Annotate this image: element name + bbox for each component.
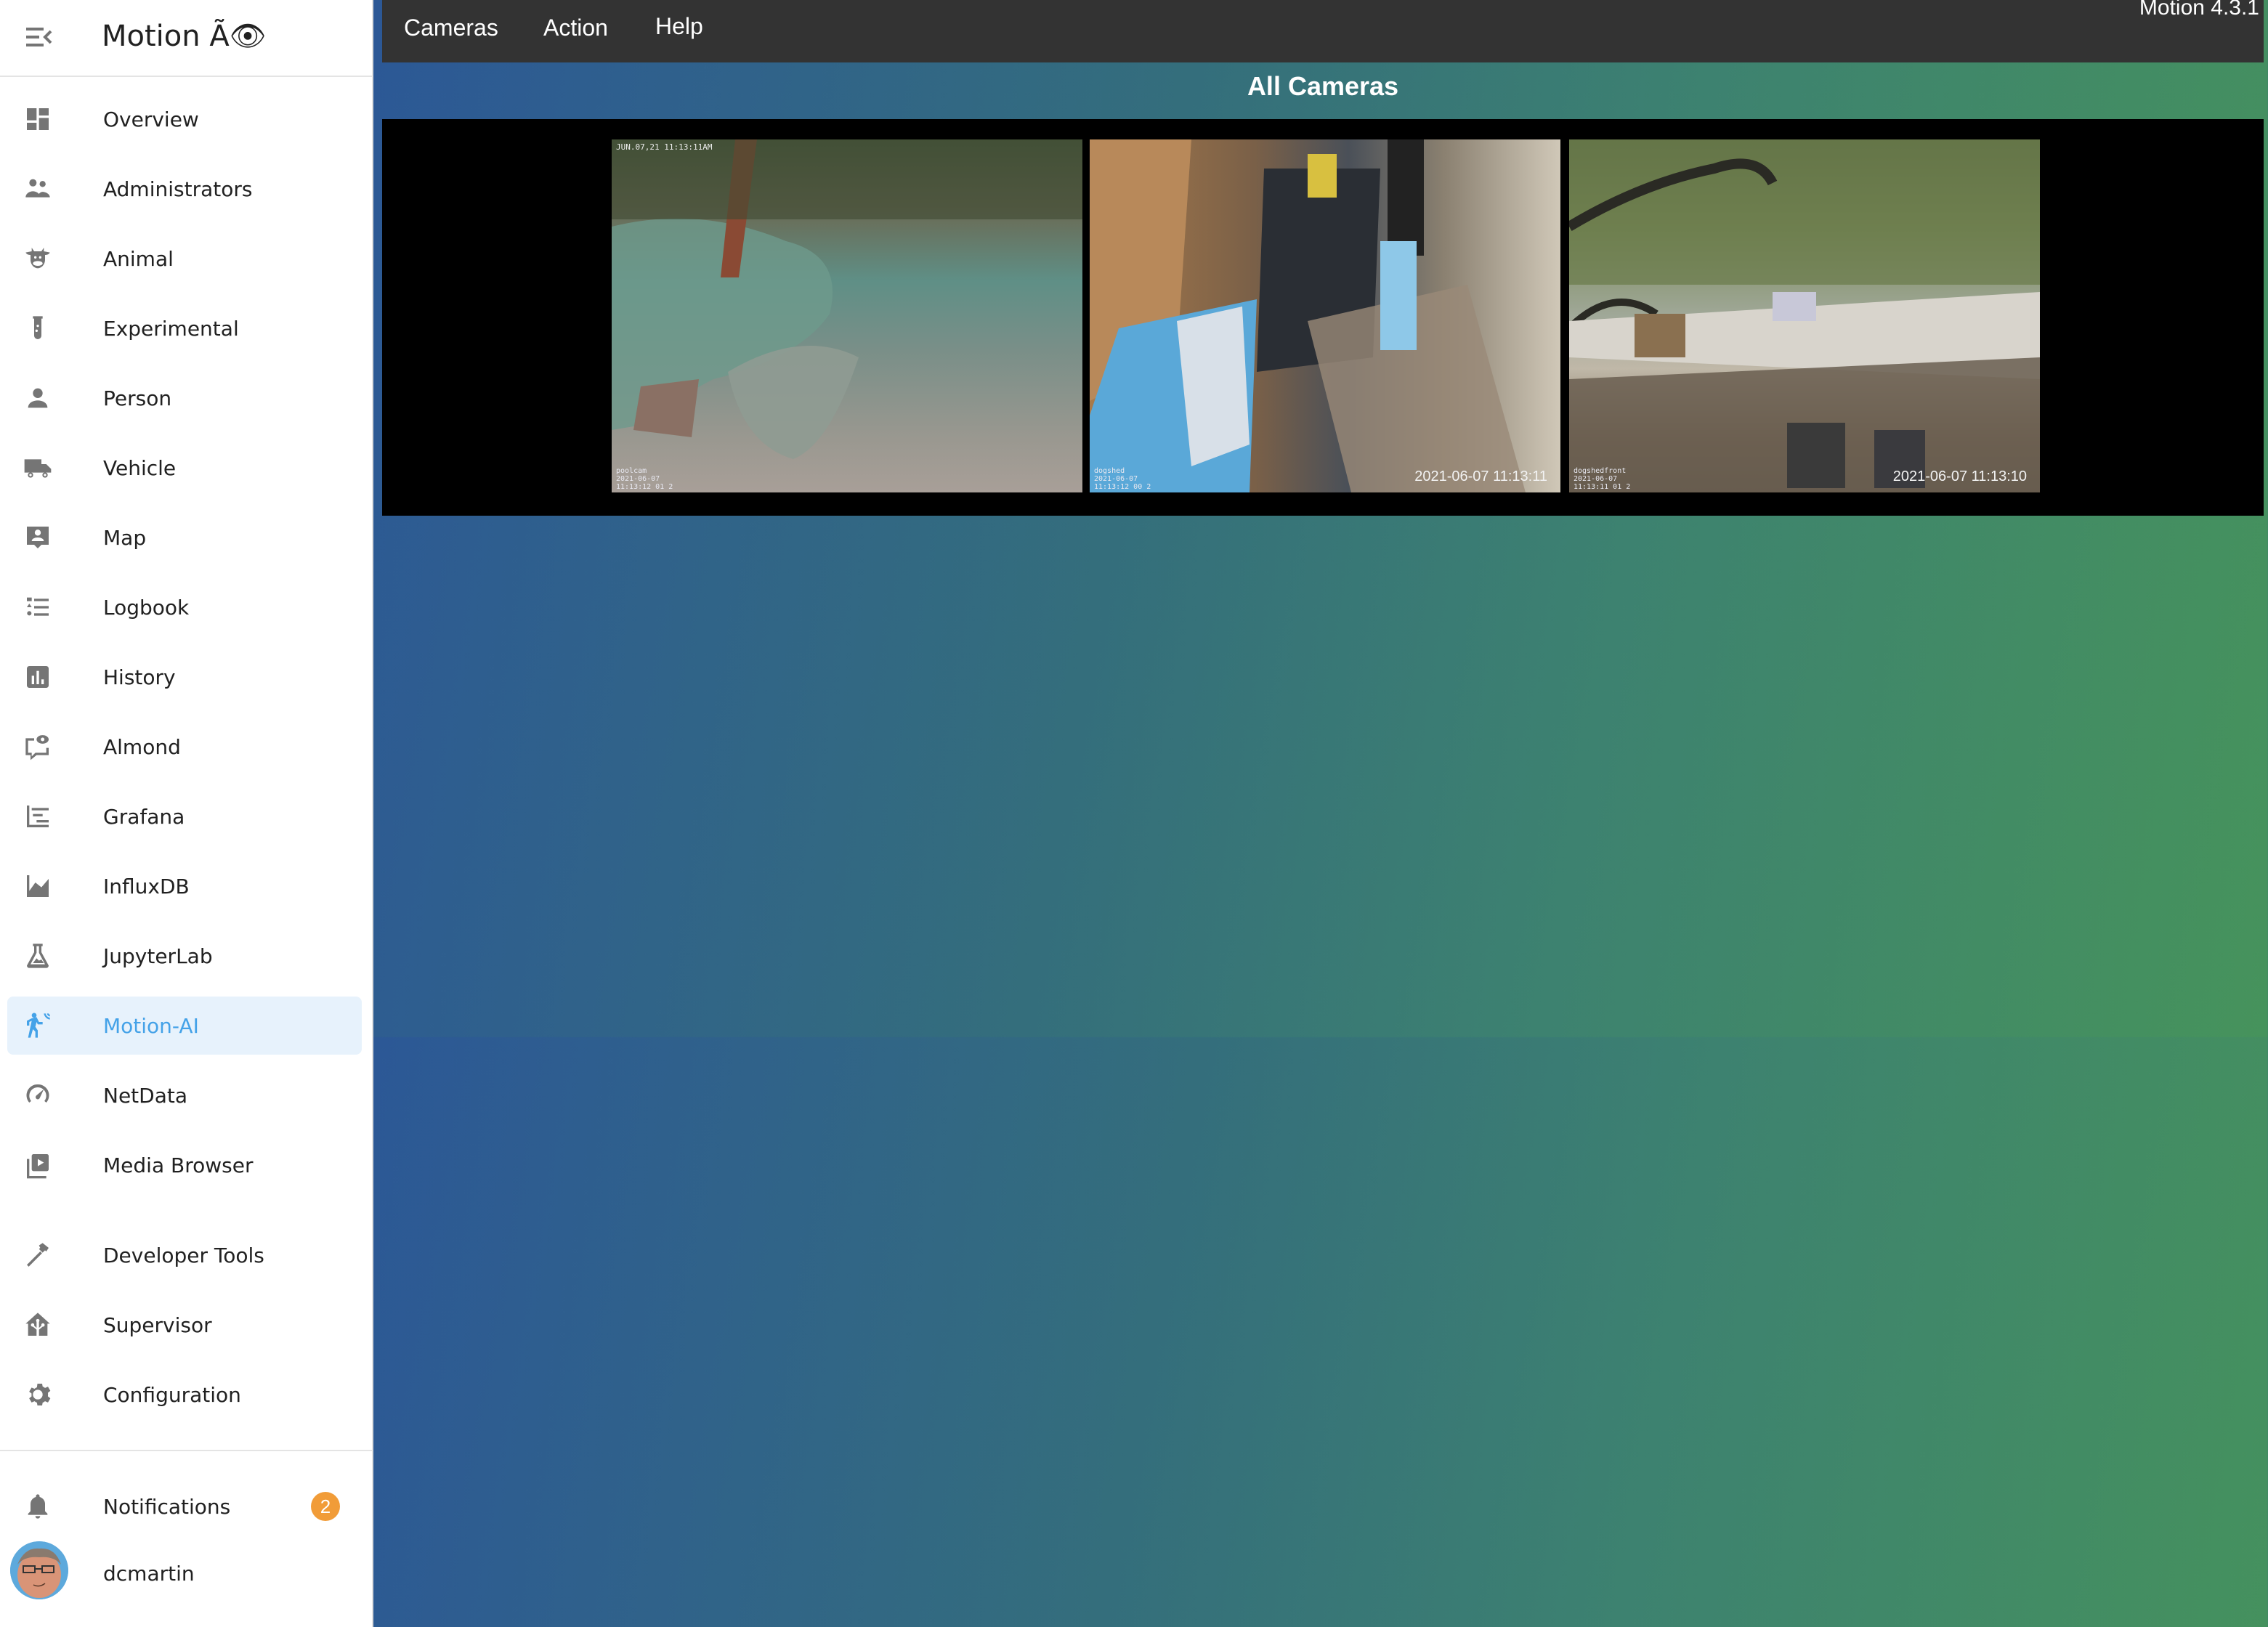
sidebar-item-label: Vehicle — [103, 455, 177, 480]
sidebar-item-label: NetData — [103, 1083, 188, 1108]
sidebar-item-motion-ai[interactable]: Motion-AI — [7, 997, 362, 1055]
sidebar-item-label: Logbook — [103, 595, 190, 620]
chart-timeline-icon — [23, 802, 52, 831]
map-account-icon — [23, 523, 52, 552]
sidebar-item-vehicle[interactable]: Vehicle — [7, 439, 362, 497]
sidebar-item-supervisor[interactable]: Supervisor — [7, 1296, 362, 1354]
camera-feed-dogshedfront[interactable]: 2021-06-07 11:13:10 dogshedfront 2021-06… — [1569, 139, 2040, 492]
camera-feed-poolcam[interactable]: JUN.07,21 11:13:11AM poolcam 2021-06-07 … — [612, 139, 1082, 492]
hammer-icon — [23, 1241, 52, 1270]
camera-image — [1569, 139, 2040, 492]
sidebar-item-notifications[interactable]: Notifications 2 — [7, 1477, 362, 1535]
sidebar-item-label: Grafana — [103, 804, 185, 829]
camera-overlay-text: dogshed 2021-06-07 11:13:12 00 2 — [1094, 467, 1151, 491]
page-title: All Cameras — [1247, 71, 1399, 101]
sidebar-item-almond[interactable]: Almond — [7, 718, 362, 776]
sidebar-item-label: Media Browser — [103, 1153, 254, 1177]
format-list-icon — [23, 593, 52, 622]
bell-icon — [23, 1492, 52, 1521]
avatar[interactable] — [10, 1541, 68, 1599]
app-title: Motion Ã👁 — [102, 20, 267, 53]
user-name[interactable]: dcmartin — [103, 1562, 195, 1586]
camera-grid: JUN.07,21 11:13:11AM poolcam 2021-06-07 … — [382, 119, 2264, 516]
sidebar-item-person[interactable]: Person — [7, 369, 362, 427]
camera-timestamp: JUN.07,21 11:13:11AM — [616, 142, 713, 152]
menu-cameras[interactable]: Cameras — [404, 15, 498, 41]
account-group-icon — [23, 174, 52, 203]
camera-feed-dogshed[interactable]: 2021-06-07 11:13:11 dogshed 2021-06-07 1… — [1090, 139, 1560, 492]
sidebar-item-label: Almond — [103, 734, 181, 759]
sidebar-item-media-browser[interactable]: Media Browser — [7, 1136, 362, 1194]
sidebar-item-label: Motion-AI — [103, 1013, 199, 1038]
camera-overlay-text: dogshedfront 2021-06-07 11:13:11 01 2 — [1574, 467, 1631, 491]
camera-timestamp: 2021-06-07 11:13:11 — [1414, 468, 1547, 484]
top-menubar: Cameras Action Help Motion 4.3.1 — [382, 0, 2264, 62]
cog-icon — [23, 1380, 52, 1409]
sidebar-item-label: History — [103, 665, 176, 689]
account-icon — [23, 384, 52, 413]
sidebar-divider — [0, 1450, 372, 1451]
camera-image — [612, 139, 1082, 459]
sidebar-item-label: Overview — [103, 107, 199, 131]
sidebar-item-animal[interactable]: Animal — [7, 230, 362, 288]
notification-count-badge: 2 — [311, 1492, 340, 1521]
dashboard-icon — [23, 105, 52, 134]
play-box-multiple-icon — [23, 1151, 52, 1180]
chart-areaspline-icon — [23, 872, 52, 901]
sidebar-item-label: Animal — [103, 246, 174, 271]
sidebar-item-experimental[interactable]: Experimental — [7, 299, 362, 357]
home-assistant-icon — [23, 1310, 52, 1339]
chart-box-icon — [23, 662, 52, 691]
sidebar-item-label: Map — [103, 525, 147, 550]
test-tube-icon — [23, 314, 52, 343]
sidebar-header: Motion Ã👁 — [0, 0, 372, 77]
sidebar-item-label: Configuration — [103, 1382, 241, 1407]
sidebar-item-overview[interactable]: Overview — [7, 90, 362, 148]
cow-icon — [23, 244, 52, 273]
version-label: Motion 4.3.1 — [2139, 0, 2259, 20]
sidebar-item-label: Experimental — [103, 316, 239, 341]
sidebar-item-jupyterlab[interactable]: JupyterLab — [7, 927, 362, 985]
menu-help[interactable]: Help — [655, 13, 703, 40]
sidebar-item-label: InfluxDB — [103, 874, 190, 898]
sidebar-item-label: Notifications — [103, 1494, 231, 1519]
sidebar-item-label: Person — [103, 386, 172, 410]
sidebar-item-netdata[interactable]: NetData — [7, 1066, 362, 1124]
flask-icon — [23, 941, 52, 970]
sidebar-item-label: Supervisor — [103, 1312, 212, 1337]
sidebar-item-label: Developer Tools — [103, 1243, 264, 1267]
sidebar-item-administrators[interactable]: Administrators — [7, 160, 362, 218]
sidebar-item-map[interactable]: Map — [7, 508, 362, 567]
menu-action[interactable]: Action — [543, 15, 608, 41]
sidebar-item-label: JupyterLab — [103, 944, 213, 968]
camera-image — [1090, 139, 1526, 492]
motion-sensor-icon — [23, 1011, 52, 1040]
camera-timestamp: 2021-06-07 11:13:10 — [1892, 468, 2027, 484]
sidebar-item-grafana[interactable]: Grafana — [7, 787, 362, 845]
sidebar-item-influxdb[interactable]: InfluxDB — [7, 857, 362, 915]
sidebar-item-developer-tools[interactable]: Developer Tools — [7, 1226, 362, 1284]
menu-toggle-button[interactable] — [25, 26, 54, 48]
sidebar: Motion Ã👁 Overview Administrators Animal… — [0, 0, 373, 1627]
sidebar-item-label: Administrators — [103, 177, 253, 201]
camera-overlay-text: poolcam 2021-06-07 11:13:12 01 2 — [616, 467, 673, 491]
message-eye-icon — [23, 732, 52, 761]
speedometer-icon — [23, 1081, 52, 1110]
truck-icon — [23, 453, 52, 482]
sidebar-item-configuration[interactable]: Configuration — [7, 1366, 362, 1424]
sidebar-item-logbook[interactable]: Logbook — [7, 578, 362, 636]
menu-open-icon — [26, 28, 52, 46]
sidebar-item-history[interactable]: History — [7, 648, 362, 706]
